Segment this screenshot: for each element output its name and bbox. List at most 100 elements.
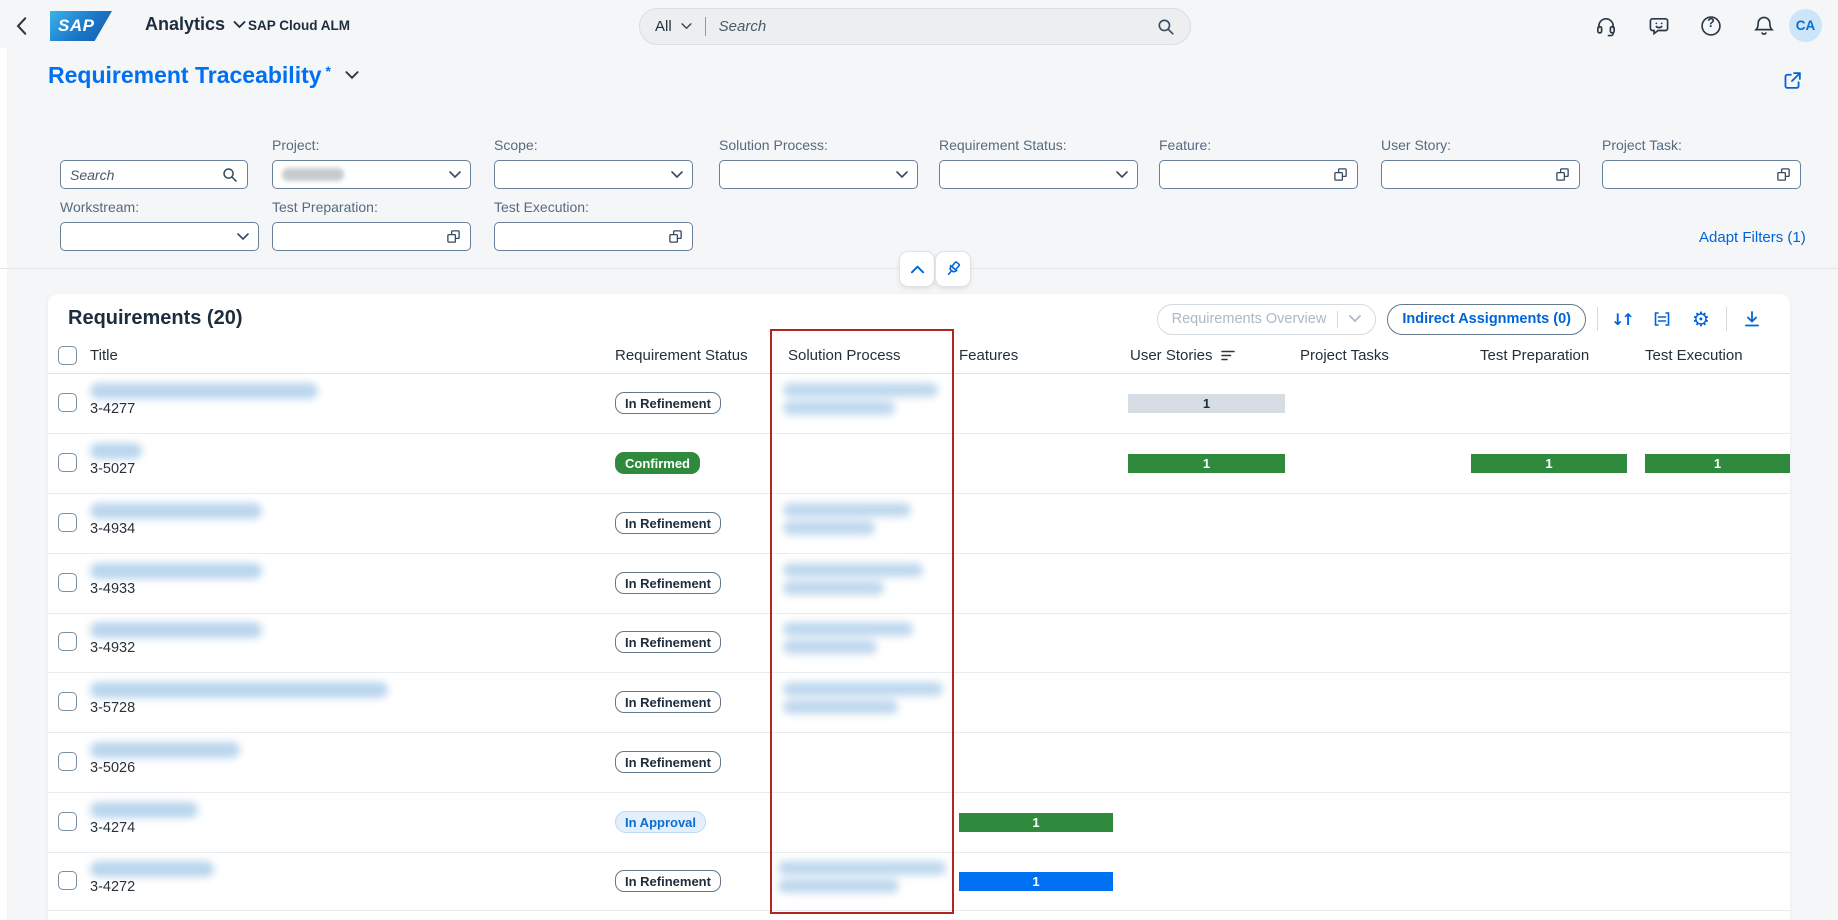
filter-test-preparation-input[interactable] <box>272 222 471 251</box>
redacted-title <box>90 742 240 758</box>
value-help-icon[interactable] <box>1776 167 1791 182</box>
table-row[interactable]: 3-4277 In Refinement 1 <box>48 373 1790 434</box>
filter-scope-select[interactable] <box>494 160 693 189</box>
features-bar[interactable]: 1 <box>959 813 1113 832</box>
filter-label-test-execution: Test Execution: <box>494 199 589 215</box>
row-checkbox[interactable] <box>58 871 77 890</box>
shell-search[interactable]: All Search <box>639 8 1191 45</box>
filter-feature-input[interactable] <box>1159 160 1358 189</box>
variant-chevron-icon[interactable] <box>345 71 359 80</box>
column-header-user-stories-label: User Stories <box>1130 338 1213 373</box>
user-stories-bar[interactable]: 1 <box>1128 454 1285 473</box>
avatar[interactable]: CA <box>1789 9 1822 42</box>
notifications-bell-icon[interactable] <box>1753 15 1775 37</box>
adapt-filters-link[interactable]: Adapt Filters (1) <box>1699 229 1806 246</box>
pin-filterbar-button[interactable] <box>935 251 971 287</box>
pin-icon <box>944 260 962 278</box>
requirement-id: 3-4274 <box>90 820 135 836</box>
filter-project-task-input[interactable] <box>1602 160 1801 189</box>
user-stories-bar[interactable]: 1 <box>1128 394 1285 413</box>
value-help-icon[interactable] <box>446 229 461 244</box>
filter-test-execution-input[interactable] <box>494 222 693 251</box>
status-badge: In Refinement <box>615 631 721 653</box>
group-icon[interactable] <box>1648 305 1676 333</box>
column-header-test-execution[interactable]: Test Execution <box>1645 338 1743 373</box>
table-row[interactable]: 3-4934 In Refinement <box>48 493 1790 554</box>
value-help-icon[interactable] <box>1555 167 1570 182</box>
download-icon[interactable] <box>1738 305 1766 333</box>
column-header-solution-process[interactable]: Solution Process <box>788 338 901 373</box>
back-icon[interactable] <box>12 15 34 37</box>
filter-project-select[interactable] <box>272 160 471 189</box>
collapse-filterbar-button[interactable] <box>899 251 935 287</box>
support-headset-icon[interactable] <box>1595 15 1617 37</box>
sort-icon[interactable]: ↓↑ <box>1609 305 1637 333</box>
filter-label-solution-process: Solution Process: <box>719 137 828 153</box>
test-execution-bar[interactable]: 1 <box>1645 454 1790 473</box>
chevron-down-icon <box>449 171 461 179</box>
toolbar-separator <box>1726 307 1727 331</box>
select-all-checkbox[interactable] <box>58 346 77 365</box>
sap-logo: SAP <box>50 11 112 41</box>
redacted-title <box>90 443 142 459</box>
table-title: Requirements (20) <box>68 307 243 330</box>
value-help-icon[interactable] <box>668 229 683 244</box>
requirement-id: 3-4932 <box>90 640 135 656</box>
search-divider <box>705 17 706 36</box>
requirements-overview-button[interactable]: Requirements Overview <box>1157 304 1377 335</box>
share-export-icon[interactable] <box>1782 70 1803 91</box>
column-header-requirement-status[interactable]: Requirement Status <box>615 338 748 373</box>
table-row[interactable]: 3-4274 In Approval 1 <box>48 792 1790 853</box>
search-input[interactable]: Search <box>719 18 1157 35</box>
app-title: SAP Cloud ALM <box>248 18 350 33</box>
help-icon[interactable]: ? <box>1700 15 1722 37</box>
features-bar[interactable]: 1 <box>959 872 1113 891</box>
filter-user-story-input[interactable] <box>1381 160 1580 189</box>
search-icon[interactable] <box>1157 18 1175 36</box>
filter-workstream-select[interactable] <box>60 222 259 251</box>
redacted-solution-process <box>778 861 946 893</box>
filter-solution-process-select[interactable] <box>719 160 918 189</box>
row-checkbox[interactable] <box>58 573 77 592</box>
row-checkbox[interactable] <box>58 453 77 472</box>
row-checkbox[interactable] <box>58 692 77 711</box>
column-header-project-tasks[interactable]: Project Tasks <box>1300 338 1389 373</box>
row-checkbox[interactable] <box>58 393 77 412</box>
redacted-title <box>90 563 262 579</box>
filter-label-requirement-status: Requirement Status: <box>939 137 1067 153</box>
chevron-down-icon <box>1349 315 1361 323</box>
redacted-title <box>90 622 262 638</box>
indirect-assignments-button[interactable]: Indirect Assignments (0) <box>1387 304 1586 335</box>
sort-lines-icon <box>1221 350 1235 361</box>
search-icon[interactable] <box>222 167 238 183</box>
shell-header: SAP Analytics SAP Cloud ALM All Search ?… <box>0 0 1838 52</box>
redacted-solution-process <box>783 383 938 415</box>
feedback-chat-icon[interactable] <box>1648 15 1670 37</box>
value-help-icon[interactable] <box>1333 167 1348 182</box>
filter-search-input[interactable]: Search <box>60 160 248 189</box>
column-header-user-stories[interactable]: User Stories <box>1130 338 1235 373</box>
chevron-down-icon <box>1116 171 1128 179</box>
product-menu[interactable]: Analytics <box>145 14 246 35</box>
status-badge: In Refinement <box>615 512 721 534</box>
table-row[interactable]: 3-4933 In Refinement <box>48 553 1790 614</box>
table-row[interactable]: 3-5728 In Refinement <box>48 672 1790 733</box>
column-header-features[interactable]: Features <box>959 338 1018 373</box>
sap-logo-text: SAP <box>58 16 94 36</box>
row-checkbox[interactable] <box>58 513 77 532</box>
test-preparation-bar[interactable]: 1 <box>1471 454 1627 473</box>
table-row[interactable]: 3-4932 In Refinement <box>48 612 1790 673</box>
table-row[interactable]: 3-4272 In Refinement 1 <box>48 851 1790 911</box>
column-header-title[interactable]: Title <box>90 338 118 373</box>
row-checkbox[interactable] <box>58 752 77 771</box>
filter-requirement-status-select[interactable] <box>939 160 1138 189</box>
row-checkbox[interactable] <box>58 812 77 831</box>
search-scope-select[interactable]: All <box>655 18 692 35</box>
product-menu-label: Analytics <box>145 14 225 35</box>
settings-gear-icon[interactable]: ⚙ <box>1687 305 1715 333</box>
row-checkbox[interactable] <box>58 632 77 651</box>
column-header-test-preparation[interactable]: Test Preparation <box>1480 338 1589 373</box>
table-row[interactable]: 3-5026 In Refinement <box>48 732 1790 793</box>
table-row[interactable]: 3-5027 Confirmed 1 1 1 <box>48 433 1790 494</box>
button-divider <box>1337 311 1338 328</box>
